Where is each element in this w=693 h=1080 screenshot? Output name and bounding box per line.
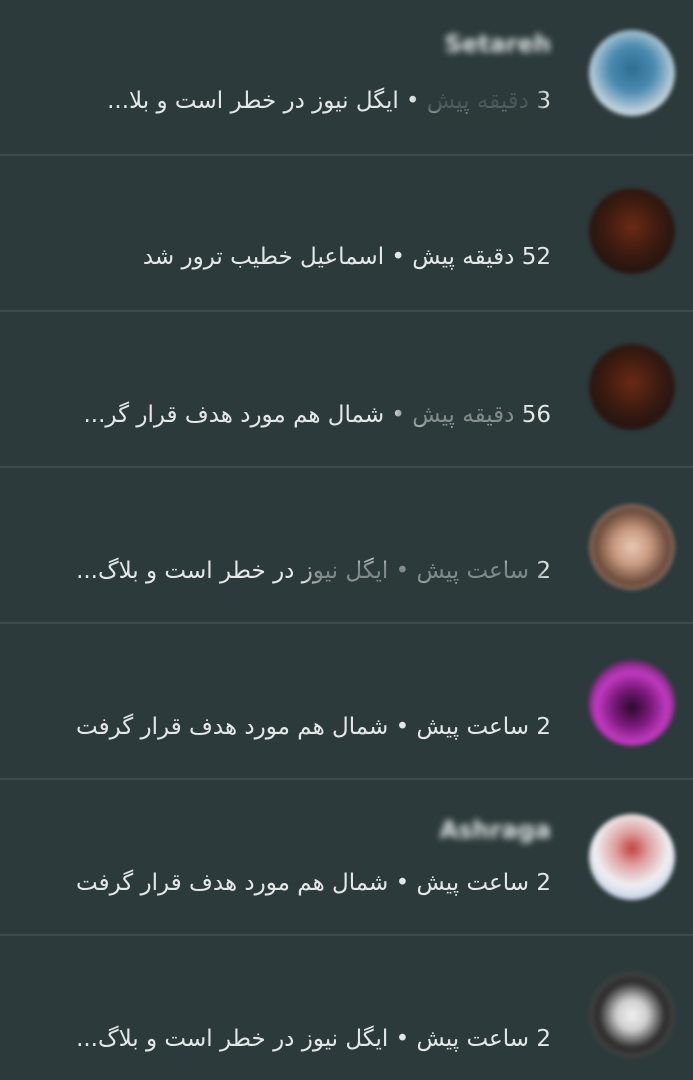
notification-item[interactable]: Ashraga 2 ساعت پیش • شمال هم مورد هدف قر… — [0, 780, 693, 936]
notification-item[interactable]: 52 دقیقه پیش • اسماعیل خطیب ترور شد — [0, 156, 693, 312]
notification-subtitle: 2 ساعت پیش • شمال هم مورد هدف قرار گرفت — [76, 714, 551, 740]
notification-list: Setareh 3 دقیقه پیش • ایگل نیوز در خطر ا… — [0, 0, 693, 1080]
notification-item[interactable]: 56 دقیقه پیش • شمال هم مورد هدف قرار گر.… — [0, 312, 693, 468]
redaction-blur — [398, 402, 520, 428]
avatar[interactable] — [589, 660, 675, 746]
redaction-blur — [310, 560, 540, 586]
notification-item[interactable]: 2 ساعت پیش • ایگل نیوز در خطر است و بلاگ… — [0, 936, 693, 1080]
notification-item[interactable]: 2 ساعت پیش • شمال هم مورد هدف قرار گرفت — [0, 624, 693, 780]
avatar[interactable] — [589, 972, 675, 1058]
notification-subtitle: 2 ساعت پیش • ایگل نیوز در خطر است و بلاگ… — [76, 1026, 551, 1052]
avatar[interactable] — [589, 814, 675, 900]
avatar[interactable] — [589, 188, 675, 274]
notification-item[interactable]: 2 ساعت پیش • ایگل نیوز در خطر است و بلاگ… — [0, 468, 693, 624]
sender-name: Setareh — [444, 30, 551, 58]
notification-subtitle: 52 دقیقه پیش • اسماعیل خطیب ترور شد — [142, 244, 551, 270]
notification-item[interactable]: Setareh 3 دقیقه پیش • ایگل نیوز در خطر ا… — [0, 0, 693, 156]
redaction-blur — [420, 88, 540, 114]
avatar[interactable] — [589, 344, 675, 430]
avatar[interactable] — [589, 504, 675, 590]
avatar[interactable] — [589, 30, 675, 116]
notification-subtitle: 2 ساعت پیش • شمال هم مورد هدف قرار گرفت — [76, 870, 551, 896]
sender-name: Ashraga — [439, 816, 551, 844]
